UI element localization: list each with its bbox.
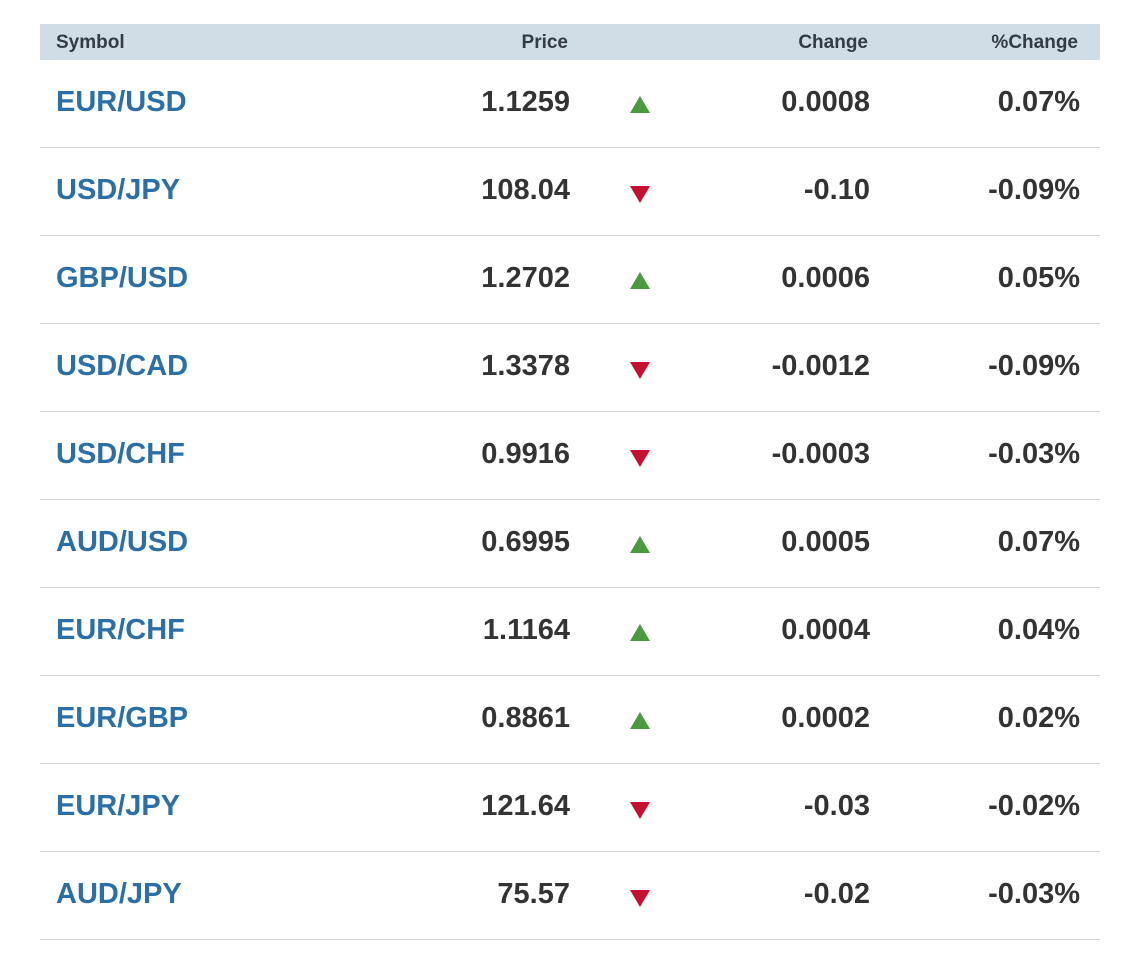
pct-change-value: -0.09%	[988, 174, 1080, 206]
symbol-link[interactable]: USD/CHF	[56, 438, 185, 470]
price-value: 0.8861	[481, 702, 570, 734]
triangle-up-icon	[630, 536, 650, 553]
column-header-change[interactable]: Change	[798, 32, 868, 54]
table-row[interactable]: EUR/USD 1.1259 0.0008 0.07%	[40, 60, 1100, 148]
pct-change-value: 0.07%	[997, 86, 1080, 118]
price-value: 108.04	[481, 174, 570, 206]
pct-change-value: -0.09%	[988, 350, 1080, 382]
table-row[interactable]: USD/JPY 108.04 -0.10 -0.09%	[40, 148, 1100, 236]
triangle-down-icon	[630, 450, 650, 467]
change-value: -0.10	[803, 174, 870, 206]
table-row[interactable]: EUR/GBP 0.8861 0.0002 0.02%	[40, 676, 1100, 764]
symbol-link[interactable]: GBP/USD	[56, 262, 188, 294]
change-value: 0.0006	[781, 262, 870, 294]
price-value: 0.9916	[481, 438, 570, 470]
triangle-down-icon	[630, 890, 650, 907]
price-value: 1.1259	[481, 86, 570, 118]
change-value: 0.0002	[781, 702, 870, 734]
change-value: -0.03	[803, 790, 870, 822]
triangle-down-icon	[630, 802, 650, 819]
pct-change-value: 0.04%	[997, 614, 1080, 646]
change-value: 0.0005	[781, 526, 870, 558]
symbol-link[interactable]: AUD/USD	[56, 526, 188, 558]
triangle-up-icon	[630, 272, 650, 289]
triangle-down-icon	[630, 362, 650, 379]
table-row[interactable]: USD/CAD 1.3378 -0.0012 -0.09%	[40, 324, 1100, 412]
symbol-link[interactable]: USD/JPY	[56, 174, 180, 206]
table-row[interactable]: GBP/USD 1.2702 0.0006 0.05%	[40, 236, 1100, 324]
table-row[interactable]: EUR/CHF 1.1164 0.0004 0.04%	[40, 588, 1100, 676]
price-value: 1.1164	[482, 614, 570, 646]
triangle-down-icon	[630, 186, 650, 203]
price-value: 75.57	[497, 878, 570, 910]
change-value: -0.02	[803, 878, 870, 910]
column-header-symbol[interactable]: Symbol	[56, 32, 125, 54]
table-row[interactable]: AUD/JPY 75.57 -0.02 -0.03%	[40, 852, 1100, 940]
change-value: 0.0008	[781, 86, 870, 118]
pct-change-value: 0.05%	[997, 262, 1080, 294]
price-value: 121.64	[481, 790, 570, 822]
pct-change-value: -0.03%	[988, 438, 1080, 470]
symbol-link[interactable]: AUD/JPY	[56, 878, 182, 910]
price-value: 0.6995	[481, 526, 570, 558]
symbol-link[interactable]: EUR/USD	[56, 86, 187, 118]
symbol-link[interactable]: EUR/GBP	[56, 702, 188, 734]
table-row[interactable]: AUD/USD 0.6995 0.0005 0.07%	[40, 500, 1100, 588]
triangle-up-icon	[630, 96, 650, 113]
triangle-up-icon	[630, 624, 650, 641]
symbol-link[interactable]: USD/CAD	[56, 350, 188, 382]
column-header-price[interactable]: Price	[522, 32, 568, 54]
table-row[interactable]: USD/CHF 0.9916 -0.0003 -0.03%	[40, 412, 1100, 500]
pct-change-value: 0.02%	[997, 702, 1080, 734]
change-value: -0.0012	[771, 350, 870, 382]
price-value: 1.2702	[481, 262, 570, 294]
forex-quotes-table: Symbol Price Change %Change EUR/USD 1.12…	[40, 24, 1100, 940]
table-row[interactable]: EUR/JPY 121.64 -0.03 -0.02%	[40, 764, 1100, 852]
table-header: Symbol Price Change %Change	[40, 24, 1100, 60]
pct-change-value: -0.03%	[988, 878, 1080, 910]
symbol-link[interactable]: EUR/CHF	[56, 614, 185, 646]
symbol-link[interactable]: EUR/JPY	[56, 790, 180, 822]
column-header-pct-change[interactable]: %Change	[991, 32, 1078, 54]
price-value: 1.3378	[481, 350, 570, 382]
pct-change-value: -0.02%	[988, 790, 1080, 822]
triangle-up-icon	[630, 712, 650, 729]
pct-change-value: 0.07%	[997, 526, 1080, 558]
change-value: 0.0004	[781, 614, 870, 646]
change-value: -0.0003	[771, 438, 870, 470]
